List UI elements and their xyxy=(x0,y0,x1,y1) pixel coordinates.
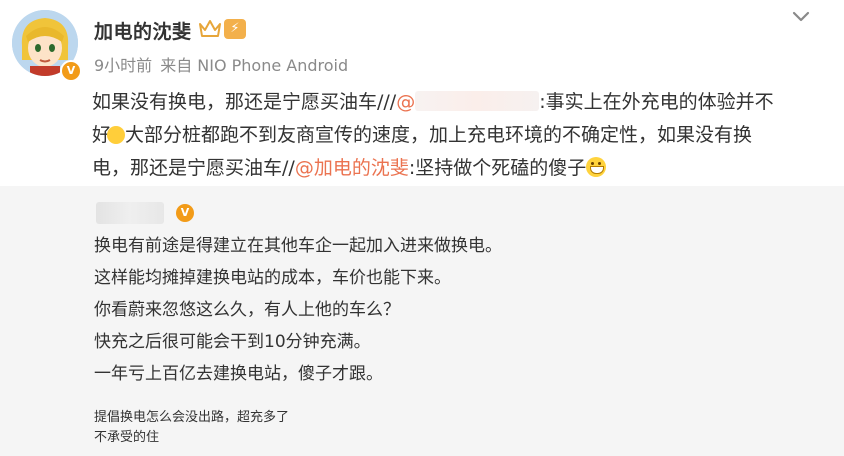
redacted-username xyxy=(96,202,164,224)
chevron-down-icon[interactable] xyxy=(791,10,811,24)
repost-line: 一年亏上百亿去建换电站，傻子才跟。 xyxy=(94,364,383,384)
quoted-comment: 提倡换电怎么会没出路，超充多了 不承受的住 xyxy=(94,408,289,448)
repost-card[interactable]: V 换电有前途是得建立在其他车企一起加入进来做换电。 这样能均摊掉建换电站的成本… xyxy=(0,186,844,456)
repost-line: 你看蔚来忽悠这么久，有人上他的车么？ xyxy=(94,300,400,320)
mention-link[interactable]: @加电的沈斐 xyxy=(295,157,409,179)
repost-body: 换电有前途是得建立在其他车企一起加入进来做换电。 这样能均摊掉建换电站的成本，车… xyxy=(94,230,794,390)
repost-line: 这样能均摊掉建换电站的成本，车价也能下来。 xyxy=(94,268,451,288)
quote-fade xyxy=(318,408,358,448)
quote-line: 不承受的住 xyxy=(94,430,160,445)
verified-badge: V xyxy=(60,60,82,82)
grin-emoji-icon xyxy=(586,157,607,177)
crown-icon xyxy=(199,20,221,37)
post-text: 电，那还是宁愿买油车// xyxy=(92,157,295,179)
level-badge: ⚡ xyxy=(224,19,246,39)
verified-badge: V xyxy=(176,204,194,222)
post-line: 电，那还是宁愿买油车//@加电的沈斐:坚持做个死磕的傻子 xyxy=(92,152,822,185)
repost-line: 换电有前途是得建立在其他车企一起加入进来做换电。 xyxy=(94,236,502,256)
mention-link[interactable]: @ xyxy=(396,91,415,113)
quote-line: 提倡换电怎么会没出路，超充多了 xyxy=(94,410,290,425)
repost-line: 快充之后很可能会干到10分钟充满。 xyxy=(94,332,371,352)
redacted-mention xyxy=(415,91,540,111)
post-source: 来自 NIO Phone Android xyxy=(160,56,349,75)
post-text: :事实上在外充电的体验并不 xyxy=(539,91,774,113)
post-line: 好大部分桩都跑不到友商宣传的速度，加上充电环境的不确定性，如果没有换 xyxy=(92,119,822,152)
crying-emoji-icon xyxy=(107,126,126,144)
post-text: 如果没有换电，那还是宁愿买油车/// xyxy=(92,91,397,113)
post-text: :坚持做个死磕的傻子 xyxy=(408,157,587,179)
post-meta: 9小时前 来自 NIO Phone Android xyxy=(94,52,348,76)
author-name[interactable]: 加电的沈斐 xyxy=(94,17,192,44)
post-text: 大部分桩都跑不到友商宣传的速度，加上充电环境的不确定性，如果没有换 xyxy=(125,124,753,146)
post-line: 如果没有换电，那还是宁愿买油车///@ :事实上在外充电的体验并不 xyxy=(92,86,822,119)
post-body: 如果没有换电，那还是宁愿买油车///@ :事实上在外充电的体验并不 好大部分桩都跑… xyxy=(92,86,822,220)
post-time[interactable]: 9小时前 xyxy=(94,56,152,75)
